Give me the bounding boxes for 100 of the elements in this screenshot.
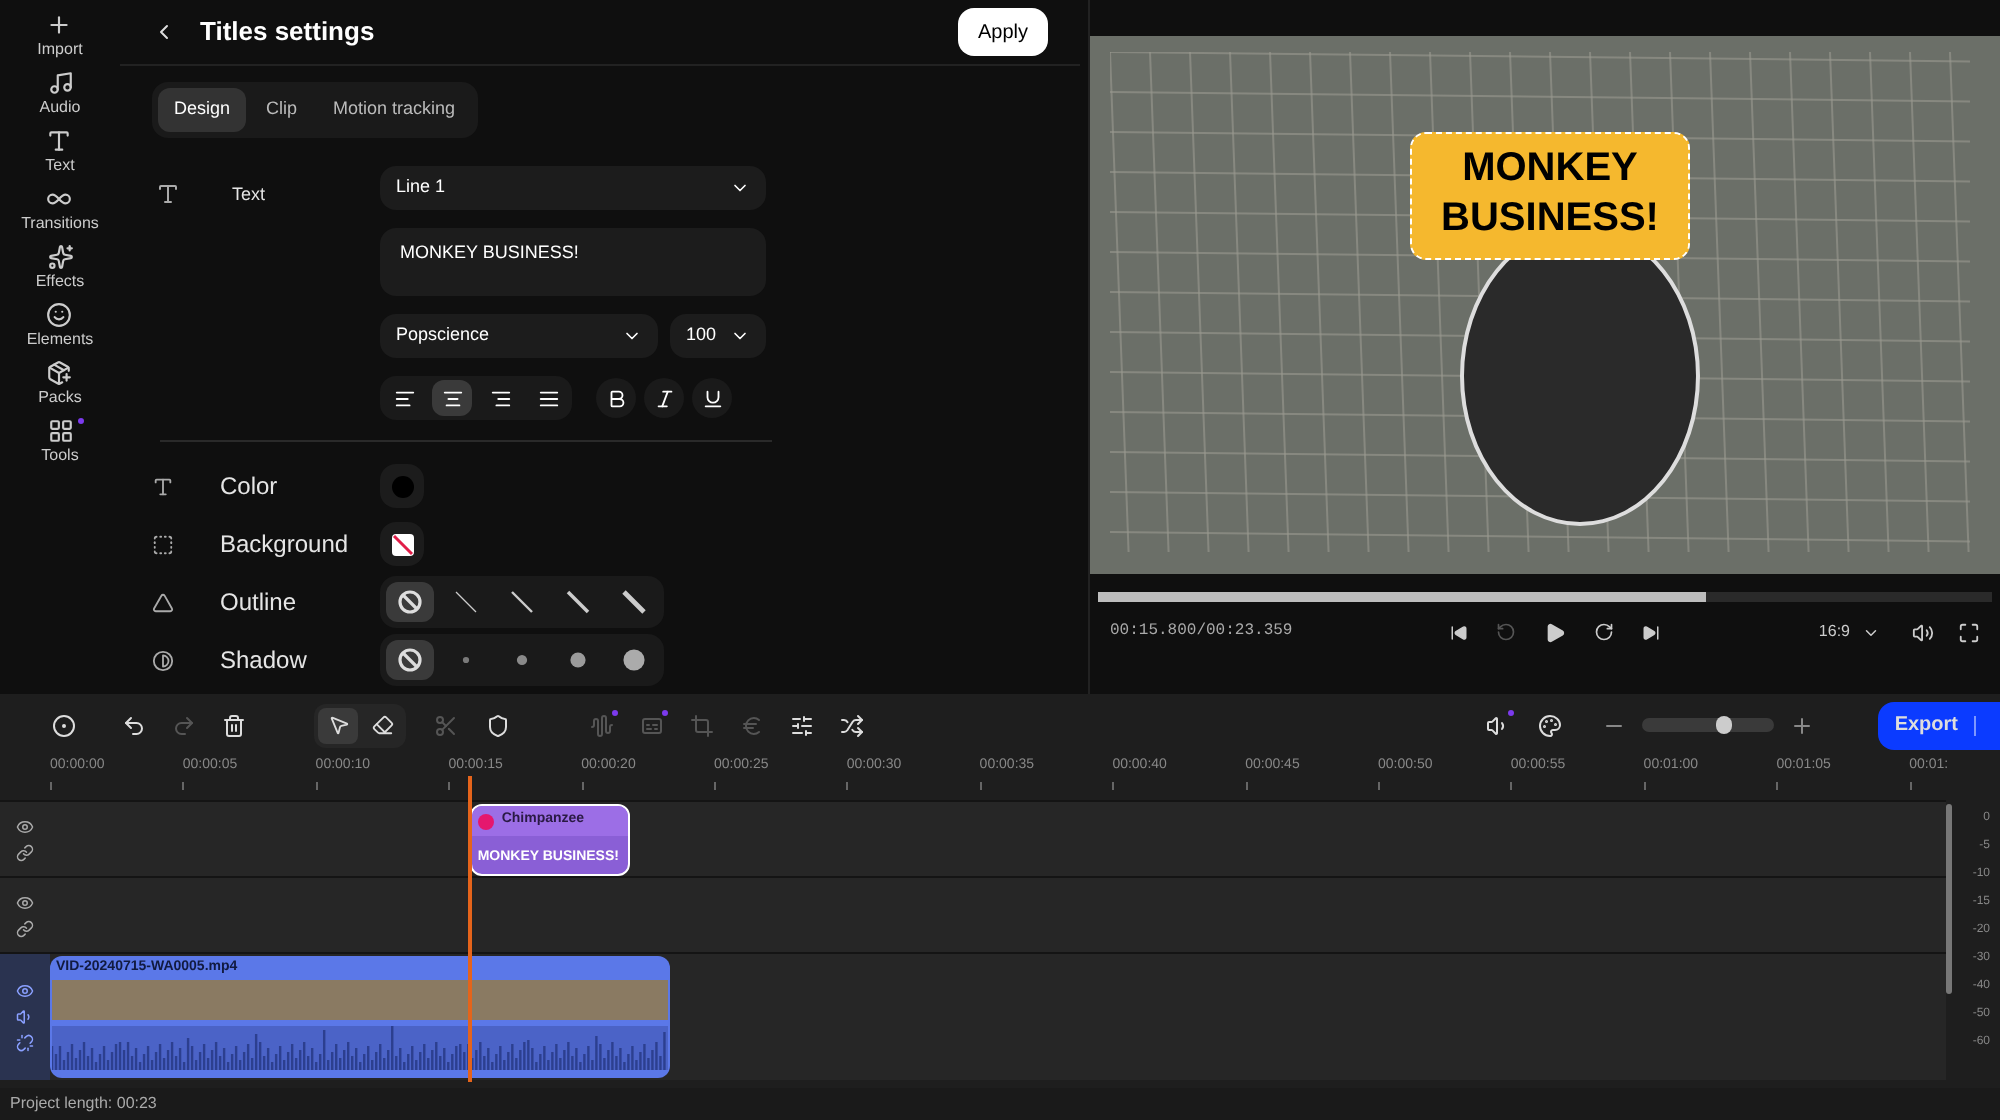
- style-button[interactable]: [596, 378, 636, 418]
- size-dropdown[interactable]: 100: [670, 314, 766, 358]
- line-icon: [566, 590, 590, 614]
- speaker-button[interactable]: [1486, 713, 1511, 737]
- skip-forward-icon: [1642, 623, 1660, 641]
- trash-icon: [222, 713, 246, 737]
- progress-track[interactable]: [1098, 591, 1992, 601]
- pointer-tool[interactable]: [318, 707, 358, 743]
- tab[interactable]: Motion tracking: [317, 88, 472, 132]
- palette-button[interactable]: [1538, 713, 1563, 737]
- dot-icon: [622, 648, 646, 672]
- sliders-icon: [790, 713, 814, 737]
- export-button[interactable]: Export: [1878, 701, 2000, 749]
- dot-icon: [568, 650, 588, 670]
- smiley-icon: [46, 302, 73, 328]
- zoom-in-button[interactable]: [1790, 713, 1815, 737]
- sidebar-item[interactable]: Effects: [35, 244, 85, 292]
- play-button[interactable]: [1544, 621, 1566, 643]
- text-input[interactable]: MONKEY BUSINESS!: [380, 228, 766, 296]
- aspect-ratio-dropdown[interactable]: 16:9: [1818, 620, 1880, 644]
- link-icon: [16, 919, 34, 937]
- none-icon: [398, 590, 422, 614]
- setting-label: Shadow: [220, 644, 309, 678]
- redo-icon: [172, 713, 196, 737]
- sparkles-icon: [47, 244, 73, 270]
- text-icon: [46, 128, 73, 154]
- sidebar-item[interactable]: Import: [37, 12, 83, 60]
- shuffle-button[interactable]: [840, 713, 864, 737]
- grid-icon: [47, 418, 73, 444]
- style-button[interactable]: [692, 378, 732, 418]
- zoom-slider-track[interactable]: [1642, 718, 1775, 732]
- shield-button[interactable]: [486, 713, 510, 737]
- sidebar-item[interactable]: Text: [45, 128, 75, 176]
- plus-icon: [1790, 713, 1815, 737]
- sidebar-item[interactable]: Tools: [41, 418, 79, 466]
- trash-button[interactable]: [222, 713, 250, 737]
- triangle-icon: [152, 591, 174, 613]
- line-icon: [622, 590, 646, 614]
- plus-icon: [46, 12, 73, 38]
- shield-icon: [486, 713, 510, 737]
- align-center-icon: [441, 387, 463, 409]
- setting-label: Text: [230, 182, 268, 208]
- link-icon: [16, 843, 34, 861]
- text-color-icon: [152, 475, 174, 497]
- skip-forward-button[interactable]: [1642, 623, 1660, 641]
- speaker-icon: [16, 1008, 34, 1026]
- title-overlay[interactable]: MONKEY BUSINESS!: [1410, 132, 1690, 260]
- forward-button[interactable]: [1594, 622, 1614, 642]
- apply-button[interactable]: Apply: [957, 8, 1048, 56]
- record-button[interactable]: [52, 713, 80, 737]
- eye-icon: [16, 817, 34, 835]
- eye-icon: [16, 893, 34, 911]
- setting-label: Outline: [220, 586, 299, 620]
- euro-icon: [740, 713, 764, 737]
- unlink-icon: [16, 1034, 34, 1052]
- tab[interactable]: Design: [158, 88, 247, 132]
- play-icon: [1544, 621, 1566, 643]
- bold-icon: [605, 387, 627, 409]
- music-note-icon: [47, 70, 73, 96]
- skip-back-icon: [1450, 623, 1468, 641]
- contrast-icon: [152, 649, 174, 671]
- sidebar-item[interactable]: Audio: [39, 70, 81, 118]
- time-readout: 00:15.800/00:23.359: [1110, 620, 1295, 644]
- sidebar-item[interactable]: Elements: [26, 302, 94, 350]
- pointer-icon: [327, 714, 349, 736]
- captions-icon: [640, 713, 664, 737]
- align-left-icon: [393, 387, 415, 409]
- fullscreen-button[interactable]: [1958, 621, 1980, 643]
- text-icon: [156, 182, 180, 206]
- sidebar-item[interactable]: Transitions: [21, 186, 99, 234]
- dot-icon: [514, 652, 530, 668]
- style-button[interactable]: [644, 378, 684, 418]
- volume-button[interactable]: [1912, 621, 1934, 643]
- playhead[interactable]: [467, 776, 472, 1082]
- rewind-icon: [1496, 622, 1516, 642]
- setting-label: Color: [220, 470, 280, 504]
- skip-back-button[interactable]: [1450, 623, 1468, 641]
- crop-icon: [690, 713, 714, 737]
- line-dropdown[interactable]: Line 1: [380, 166, 766, 210]
- setting-label: Background: [220, 528, 351, 562]
- volume-icon: [1912, 621, 1934, 643]
- font-dropdown[interactable]: Popscience: [380, 314, 658, 358]
- none-option[interactable]: [386, 582, 434, 622]
- no-background-swatch[interactable]: [380, 522, 424, 566]
- rewind-button[interactable]: [1496, 622, 1516, 642]
- sidebar-item[interactable]: Packs: [38, 360, 82, 408]
- fullscreen-icon: [1958, 621, 1980, 643]
- package-icon: [46, 360, 73, 386]
- panel-title: Titles settings: [200, 14, 377, 51]
- eye-icon: [16, 982, 34, 1000]
- align-button[interactable]: [432, 380, 472, 416]
- tab[interactable]: Clip: [250, 88, 314, 132]
- project-length: Project length: 00:23: [10, 1092, 157, 1116]
- zoom-slider-thumb[interactable]: [1716, 716, 1733, 734]
- palette-icon: [1538, 713, 1563, 737]
- color-swatch[interactable]: [380, 464, 424, 508]
- no-color-icon: [391, 533, 413, 555]
- none-option[interactable]: [386, 640, 434, 680]
- sliders-button[interactable]: [790, 713, 814, 737]
- underline-icon: [701, 387, 723, 409]
